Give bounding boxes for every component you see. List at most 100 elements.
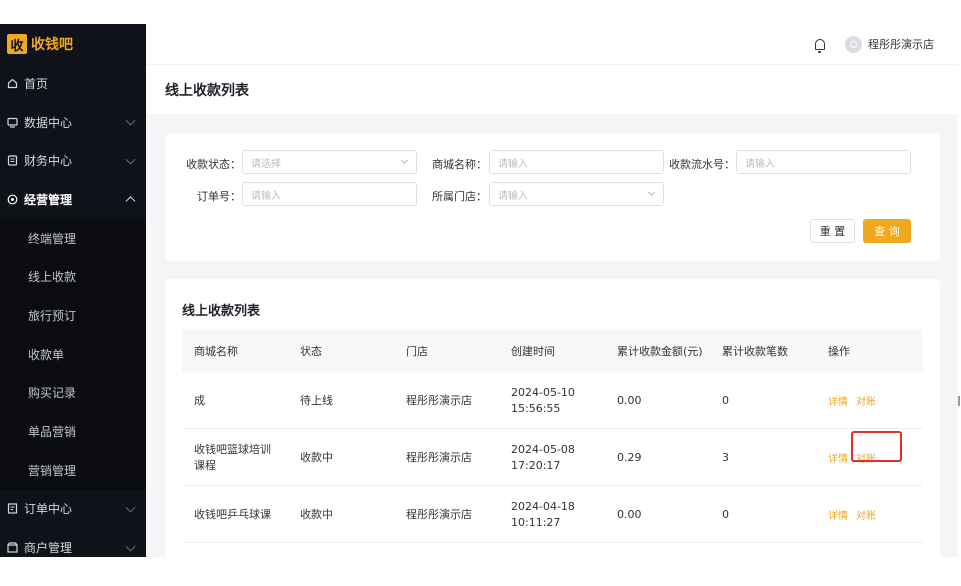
created-date: 2024-05-08 — [511, 442, 575, 456]
sidebar-item-orders[interactable]: 订单中心 — [0, 490, 146, 529]
sidebar-subitem-purchase[interactable]: 购买记录 — [0, 374, 146, 413]
cell-status: 待上线 — [300, 393, 333, 407]
serial-placeholder: 请输入 — [745, 158, 775, 170]
cell-status: 收款中 — [300, 450, 333, 464]
app-window: 收 收钱吧 首页 数据中心 财务中心 经营管理 终端管理 线上收款 旅行预订 收… — [0, 24, 958, 557]
status-select[interactable]: 请选择 — [242, 150, 417, 174]
cell-actions: 详情 对账 — [828, 372, 884, 429]
order-placeholder: 请输入 — [251, 190, 281, 202]
page-title: 线上收款列表 — [146, 64, 958, 114]
cell-count: 0 — [722, 507, 729, 521]
serial-label: 收款流水号： — [669, 158, 735, 171]
chevron-down-icon — [400, 156, 409, 165]
cell-store: 程彤彤演示店 — [406, 450, 472, 464]
sidebar-subitem-single-marketing[interactable]: 单品营销 — [0, 412, 146, 451]
reconcile-link[interactable]: 对账 — [856, 507, 876, 522]
logo[interactable]: 收 收钱吧 — [0, 24, 146, 64]
scrollbar-thumb[interactable] — [958, 396, 960, 406]
sidebar-subitem-terminal[interactable]: 终端管理 — [0, 219, 146, 258]
serial-number-input[interactable]: 请输入 — [736, 150, 911, 174]
created-clock: 15:56:55 — [511, 401, 561, 415]
mall-name-input[interactable]: 请输入 — [489, 150, 664, 174]
chevron-up-icon — [125, 196, 136, 207]
detail-link[interactable]: 详情 — [828, 450, 848, 465]
sidebar-subitem-marketing[interactable]: 营销管理 — [0, 451, 146, 490]
cell-created-time: 2024-05-10 15:56:55 — [511, 372, 575, 429]
cell-status: 收款中 — [300, 507, 333, 521]
table-row: 收钱吧篮球培训课程 收款中 程彤彤演示店 2024-05-08 17:20:17… — [182, 429, 923, 486]
mall-placeholder: 请输入 — [498, 158, 528, 170]
sidebar-submenu: 终端管理 线上收款 旅行预订 收款单 购买记录 单品营销 营销管理 — [0, 218, 146, 490]
home-icon — [6, 77, 18, 89]
created-clock: 10:11:27 — [511, 515, 561, 529]
reconcile-link[interactable]: 对账 — [856, 393, 876, 408]
chevron-down-icon — [125, 502, 136, 513]
sidebar-item-label: 数据中心 — [24, 115, 73, 130]
column-header: 累计收款金额(元) — [617, 344, 703, 358]
sidebar-item-label: 首页 — [24, 76, 49, 91]
sidebar-item-operations[interactable]: 经营管理 — [0, 180, 146, 219]
chevron-down-icon — [125, 115, 136, 126]
column-header: 操作 — [828, 344, 850, 358]
column-header: 累计收款笔数 — [722, 344, 788, 358]
sidebar-item-label: 订单中心 — [24, 502, 73, 517]
sidebar-subitem-travel[interactable]: 旅行预订 — [0, 296, 146, 335]
logo-text: 收钱吧 — [31, 37, 73, 53]
filter-card: 收款状态： 请选择 商城名称： 请输入 收款流水号： 请输入 订单号： 请输入 … — [165, 133, 940, 261]
finance-icon — [6, 155, 18, 167]
store-select[interactable]: 请输入 — [489, 182, 664, 206]
cell-created-time: 2024-05-08 17:20:17 — [511, 429, 575, 486]
avatar[interactable] — [845, 35, 862, 53]
table-row: 成 待上线 程彤彤演示店 2024-05-10 15:56:55 0.00 0 … — [182, 372, 923, 429]
top-header: 程彤彤演示店 — [146, 24, 958, 64]
status-label: 收款状态： — [186, 158, 241, 171]
detail-link[interactable]: 详情 — [828, 393, 848, 408]
sidebar-subitem-online-payment[interactable]: 线上收款 — [0, 257, 146, 296]
order-number-input[interactable]: 请输入 — [242, 182, 417, 206]
highlight-box — [851, 431, 902, 462]
sidebar-item-home[interactable]: 首页 — [0, 64, 146, 103]
store-label: 所属门店： — [432, 190, 487, 203]
cell-amount: 0.29 — [617, 450, 642, 464]
store-placeholder: 请输入 — [498, 190, 528, 202]
sidebar-item-label: 财务中心 — [24, 154, 73, 169]
store-name[interactable]: 程彤彤演示店 — [868, 36, 934, 52]
cell-amount: 0.00 — [617, 507, 642, 521]
detail-link[interactable]: 详情 — [828, 507, 848, 522]
column-header: 门店 — [406, 344, 428, 358]
reset-button[interactable]: 重 置 — [810, 219, 855, 243]
created-date: 2024-04-18 — [511, 499, 575, 513]
cell-mall-name: 收钱吧乒乓球课 — [194, 507, 271, 521]
table-title: 线上收款列表 — [182, 304, 261, 319]
status-placeholder: 请选择 — [251, 158, 281, 170]
sidebar-item-merchant[interactable]: 商户管理 — [0, 528, 146, 557]
query-button[interactable]: 查 询 — [863, 219, 911, 243]
cell-created-time: 2024-04-18 10:11:27 — [511, 486, 575, 543]
chevron-down-icon — [125, 541, 136, 552]
settings-circle-icon — [6, 193, 18, 205]
table-header: 商城名称 状态 门店 创建时间 累计收款金额(元) 累计收款笔数 操作 — [182, 329, 923, 372]
order-icon — [6, 503, 18, 515]
cell-store: 程彤彤演示店 — [406, 507, 472, 521]
monitor-icon — [6, 116, 18, 128]
mall-label: 商城名称： — [432, 158, 487, 171]
cell-count: 0 — [722, 393, 729, 407]
chevron-down-icon — [647, 188, 656, 197]
merchant-icon — [6, 542, 18, 554]
column-header: 创建时间 — [511, 344, 555, 358]
sidebar-item-label: 经营管理 — [24, 192, 73, 207]
order-label: 订单号： — [197, 190, 241, 203]
cell-mall-name: 成 — [194, 393, 205, 407]
table-row: 收钱吧乒乓球课 收款中 程彤彤演示店 2024-04-18 10:11:27 0… — [182, 486, 923, 543]
bell-icon[interactable] — [815, 38, 825, 53]
cell-mall-name: 收钱吧篮球培训课程 — [194, 442, 271, 472]
table-card: 线上收款列表 商城名称 状态 门店 创建时间 累计收款金额(元) 累计收款笔数 … — [165, 279, 940, 557]
sidebar-item-finance[interactable]: 财务中心 — [0, 141, 146, 180]
sidebar-item-label: 商户管理 — [24, 541, 73, 556]
column-header: 商城名称 — [194, 344, 238, 358]
column-header: 状态 — [300, 344, 322, 358]
created-clock: 17:20:17 — [511, 458, 561, 472]
sidebar-item-data-center[interactable]: 数据中心 — [0, 103, 146, 142]
cell-actions: 详情 对账 — [828, 486, 884, 543]
sidebar-subitem-receipt[interactable]: 收款单 — [0, 335, 146, 374]
